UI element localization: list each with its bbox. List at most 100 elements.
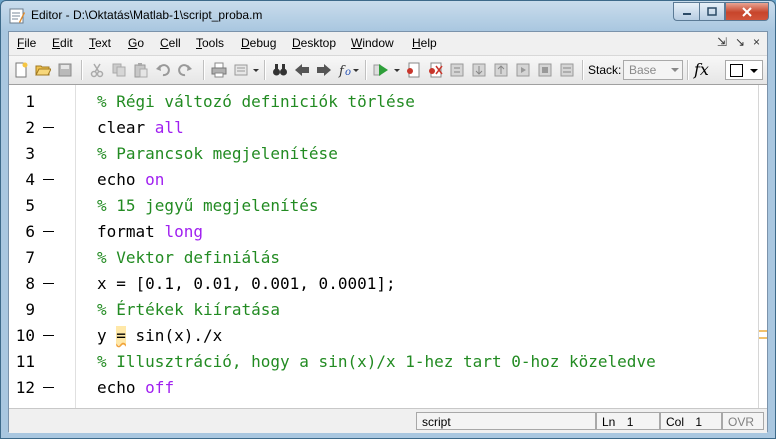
line-number[interactable]: 8 (9, 271, 35, 297)
line-number[interactable]: 6 (9, 219, 35, 245)
breakpoint-slot-dash[interactable] (43, 179, 54, 180)
open-folder-icon[interactable] (35, 62, 51, 78)
continue-icon[interactable] (515, 62, 531, 78)
step-out-icon[interactable] (493, 62, 509, 78)
code-line[interactable]: 4 echo on (9, 167, 759, 193)
code-line[interactable]: 11 % Illusztráció, hogy a sin(x)/x 1-hez … (9, 349, 759, 375)
minimize-button[interactable] (673, 2, 699, 21)
breakpoint-slot-dash[interactable] (43, 283, 54, 284)
line-number[interactable]: 9 (9, 297, 35, 323)
redo-icon[interactable] (177, 62, 193, 78)
breakpoint-slot-dash[interactable] (43, 127, 54, 128)
code-line[interactable]: 8 x = [0.1, 0.01, 0.001, 0.0001]; (9, 271, 759, 297)
line-number[interactable]: 1 (9, 89, 35, 115)
code-line[interactable]: 10 y = sin(x)./x (9, 323, 759, 349)
line-number[interactable]: 10 (9, 323, 35, 349)
menu-text[interactable]: Text (89, 36, 111, 50)
code-text[interactable]: % Illusztráció, hogy a sin(x)/x 1-hez ta… (97, 349, 656, 375)
code-token: x = [0.1, 0.01, 0.001, 0.0001]; (97, 274, 396, 293)
forward-arrow-icon[interactable] (316, 62, 332, 78)
print-preview-icon[interactable] (233, 62, 249, 78)
close-document-icon[interactable]: × (753, 35, 760, 49)
menu-tools[interactable]: Tools (196, 36, 224, 50)
line-number[interactable]: 12 (9, 375, 35, 401)
chevron-down-icon[interactable] (251, 62, 261, 78)
set-breakpoint-icon[interactable] (405, 62, 421, 78)
line-number[interactable]: 11 (9, 349, 35, 375)
new-file-icon[interactable] (13, 62, 29, 78)
save-icon[interactable] (57, 62, 73, 78)
line-number[interactable]: 4 (9, 167, 35, 193)
toolbar-separator (687, 60, 689, 80)
line-number[interactable]: 7 (9, 245, 35, 271)
exit-debug-icon[interactable] (537, 62, 553, 78)
toolbar-separator (203, 60, 205, 80)
line-number[interactable]: 5 (9, 193, 35, 219)
code-text[interactable]: format long (97, 219, 203, 245)
function-browser-icon[interactable]: fo (338, 62, 360, 78)
code-line[interactable]: 9 % Értékek kiíratása (9, 297, 759, 323)
code-line[interactable]: 6 format long (9, 219, 759, 245)
find-binoculars-icon[interactable] (272, 62, 288, 78)
menu-debug[interactable]: Debug (241, 36, 276, 50)
code-line[interactable]: 12 echo off (9, 375, 759, 401)
run-dropdown-icon[interactable] (392, 62, 402, 78)
breakpoint-slot-dash[interactable] (43, 387, 54, 388)
code-text[interactable]: clear all (97, 115, 184, 141)
warning-marker[interactable] (759, 330, 767, 332)
menu-help[interactable]: Help (412, 36, 437, 50)
paste-icon[interactable] (133, 62, 149, 78)
menu-file[interactable]: File (17, 36, 36, 50)
line-number[interactable]: 3 (9, 141, 35, 167)
title-bar[interactable]: Editor - D:\Oktatás\Matlab-1\script_prob… (1, 1, 775, 31)
breakpoint-slot-dash[interactable] (43, 231, 54, 232)
code-token: echo (97, 378, 146, 397)
stack-label: Stack: (588, 63, 622, 77)
toolbar-separator (582, 60, 584, 80)
step-in-icon[interactable] (471, 62, 487, 78)
code-line[interactable]: 7 % Vektor definiálás (9, 245, 759, 271)
menu-desktop[interactable]: Desktop (292, 36, 336, 50)
code-line[interactable]: 3 % Parancsok megjelenítése (9, 141, 759, 167)
code-editor[interactable]: 1 % Régi változó definiciók törlése 2 clear… (9, 84, 767, 409)
close-button[interactable] (725, 2, 769, 21)
code-text[interactable]: % Parancsok megjelenítése (97, 141, 338, 167)
status-mode: script (416, 412, 596, 430)
maximize-button[interactable] (699, 2, 725, 21)
undock-icon[interactable]: ⇲ (717, 35, 727, 49)
menu-edit[interactable]: Edit (52, 36, 73, 50)
code-text[interactable]: y = sin(x)./x (97, 323, 222, 349)
status-ovr: OVR (722, 412, 764, 430)
fx-button[interactable]: fx (694, 60, 709, 79)
cell-mode-dropdown[interactable] (725, 60, 763, 80)
debug-stack-icon[interactable] (559, 62, 575, 78)
cut-icon[interactable] (89, 62, 105, 78)
code-line[interactable]: 5 % 15 jegyű megjelenítés (9, 193, 759, 219)
warning-marker[interactable] (759, 337, 767, 339)
breakpoint-slot-dash[interactable] (43, 335, 54, 336)
menu-window[interactable]: Window (351, 36, 394, 50)
run-icon[interactable] (373, 62, 389, 78)
code-text[interactable]: echo off (97, 375, 174, 401)
code-text[interactable]: x = [0.1, 0.01, 0.001, 0.0001]; (97, 271, 396, 297)
code-text[interactable]: echo on (97, 167, 164, 193)
code-text[interactable]: % Értékek kiíratása (97, 297, 280, 323)
dock-icon[interactable]: ↘ (735, 35, 745, 49)
back-arrow-icon[interactable] (294, 62, 310, 78)
code-line[interactable]: 1 % Régi változó definiciók törlése (9, 89, 759, 115)
step-icon[interactable] (449, 62, 465, 78)
comment-text: % Értékek kiíratása (97, 300, 281, 319)
line-number[interactable]: 2 (9, 115, 35, 141)
clear-breakpoints-icon[interactable] (427, 62, 443, 78)
menu-cell[interactable]: Cell (160, 36, 181, 50)
copy-icon[interactable] (111, 62, 127, 78)
code-line[interactable]: 2 clear all (9, 115, 759, 141)
code-text[interactable]: % 15 jegyű megjelenítés (97, 193, 319, 219)
stack-dropdown[interactable]: Base (623, 60, 683, 80)
undo-icon[interactable] (155, 62, 171, 78)
minimize-icon (682, 12, 691, 15)
code-text[interactable]: % Régi változó definiciók törlése (97, 89, 415, 115)
code-text[interactable]: % Vektor definiálás (97, 245, 280, 271)
menu-go[interactable]: Go (128, 36, 144, 50)
print-icon[interactable] (211, 62, 227, 78)
